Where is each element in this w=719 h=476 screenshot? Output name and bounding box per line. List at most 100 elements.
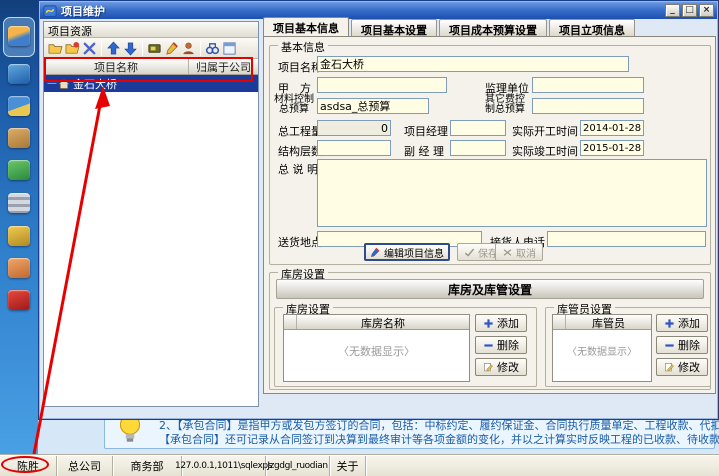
tab-basic-info[interactable]: 项目基本信息 <box>263 17 349 36</box>
receiver-phone-input[interactable] <box>547 231 706 247</box>
keeper-add-button[interactable]: 添加 <box>656 314 708 332</box>
window-title: 项目维护 <box>61 3 105 19</box>
pen-icon[interactable] <box>163 40 180 57</box>
move-up-icon[interactable] <box>105 40 122 57</box>
search-icon[interactable] <box>204 40 221 57</box>
store-grid[interactable]: 库房名称 〈无数据显示〉 <box>283 314 470 382</box>
plus-icon <box>483 318 494 329</box>
row-indicator-cell <box>284 315 297 329</box>
total-quantity-label: 总工程量 <box>278 123 322 139</box>
annotation-ellipse <box>1 456 49 473</box>
store-grid-header: 库房名称 <box>284 315 469 330</box>
minimize-button[interactable]: _ <box>665 4 680 17</box>
status-about[interactable]: 关于 <box>330 456 366 476</box>
keeper-settings-group: 库管员设置 库管员 〈无数据显示〉 添加 删除 <box>545 307 711 387</box>
modify-icon <box>483 362 494 373</box>
minus-icon <box>664 340 675 351</box>
toolbar-separator <box>200 41 201 56</box>
keeper-grid[interactable]: 库管员 〈无数据显示〉 <box>552 314 652 382</box>
keeper-grid-header: 库管员 <box>553 315 651 330</box>
solar-panel-icon[interactable] <box>8 96 30 116</box>
start-date-input[interactable] <box>580 120 644 136</box>
store-column-header[interactable]: 库房名称 <box>297 315 469 329</box>
cash-icon[interactable] <box>8 160 30 180</box>
tab-content-basic-info: 基本信息 项目名称* 甲 方 监理单位 材料控制总预算 其它费控制总预算 总工程… <box>263 36 716 394</box>
toolbar-separator <box>101 41 102 56</box>
plus-icon <box>664 318 675 329</box>
status-company: 总公司 <box>57 456 113 476</box>
deputy-manager-input[interactable] <box>450 140 506 156</box>
tab-strip: 项目基本信息 项目基本设置 项目成本预算设置 项目立项信息 <box>263 17 637 36</box>
store-empty-message: 〈无数据显示〉 <box>284 343 469 359</box>
delete-icon[interactable] <box>81 40 98 57</box>
coins-icon[interactable] <box>8 226 30 246</box>
cancel-button: 取消 <box>495 243 543 261</box>
delivery-place-label: 送货地点 <box>278 234 322 250</box>
store-settings-group: 库房设置 库房名称 〈无数据显示〉 添加 删除 <box>274 307 537 387</box>
status-server: 127.0.0.1,1011\sqlexps <box>182 456 266 476</box>
status-filler <box>366 456 719 476</box>
package-icon[interactable] <box>8 128 30 148</box>
edit-folder-icon[interactable] <box>64 40 81 57</box>
tab-project-approval[interactable]: 项目立项信息 <box>549 19 635 36</box>
open-folder-icon[interactable] <box>47 40 64 57</box>
warehouse-banner: 库房及库管设置 <box>276 279 704 299</box>
status-bar: 陈胜 总公司 商务部 127.0.0.1,1011\sqlexps Jzgdgl… <box>0 455 719 476</box>
end-date-input[interactable] <box>580 140 644 156</box>
tree-toolbar <box>44 38 258 59</box>
worker-icon[interactable] <box>8 26 30 46</box>
panel-caption: 项目资源 <box>44 22 258 38</box>
window-icon <box>43 4 57 18</box>
close-button[interactable]: × <box>699 4 714 17</box>
store-delete-button[interactable]: 删除 <box>475 336 527 354</box>
basic-info-group-title: 基本信息 <box>278 39 328 55</box>
keeper-delete-button[interactable]: 删除 <box>656 336 708 354</box>
start-date-label: 实际开工时间 <box>512 123 578 139</box>
modify-icon <box>664 362 675 373</box>
save-check-icon <box>464 247 475 258</box>
toolbar-separator <box>142 41 143 56</box>
floors-label: 结构层数 <box>278 143 322 159</box>
nav-arrow-icon[interactable] <box>8 64 30 84</box>
tab-cost-budget-settings[interactable]: 项目成本预算设置 <box>439 19 547 36</box>
person-icon[interactable] <box>8 258 30 278</box>
store-modify-button[interactable]: 修改 <box>475 358 527 376</box>
other-budget-input[interactable] <box>532 98 644 114</box>
edit-project-button[interactable]: 编辑项目信息 <box>364 243 450 261</box>
toolbox-icon[interactable] <box>8 290 30 310</box>
floors-input[interactable] <box>317 140 391 156</box>
tab-basic-settings[interactable]: 项目基本设置 <box>351 19 437 36</box>
total-quantity-input <box>317 120 391 136</box>
row-indicator-cell <box>553 315 566 329</box>
app-sidebar <box>0 0 38 455</box>
maximize-button[interactable]: □ <box>682 4 697 17</box>
annotation-rectangle <box>44 57 253 82</box>
description-textarea[interactable] <box>317 159 707 227</box>
tag-icon[interactable] <box>146 40 163 57</box>
keeper-column-header[interactable]: 库管员 <box>566 315 651 329</box>
description-label: 总 说 明 <box>278 161 318 177</box>
status-database: Jzgdgl_ruodian <box>266 456 330 476</box>
users-icon[interactable] <box>180 40 197 57</box>
cancel-x-icon <box>502 247 513 258</box>
screen: 2、【承包合同】是指甲方或发包方签订的合同，包括：中标约定、履约保证金、合同执行… <box>0 0 719 476</box>
end-date-label: 实际竣工时间 <box>512 143 578 159</box>
keeper-empty-message: 〈无数据显示〉 <box>553 343 651 358</box>
party-a-input[interactable] <box>317 77 447 93</box>
supervisor-input[interactable] <box>532 77 644 93</box>
tree-empty-area[interactable] <box>44 92 258 406</box>
move-down-icon[interactable] <box>122 40 139 57</box>
keeper-modify-button[interactable]: 修改 <box>656 358 708 376</box>
project-manager-input[interactable] <box>450 120 506 136</box>
material-budget-input[interactable] <box>317 98 429 114</box>
preview-icon[interactable] <box>221 40 238 57</box>
material-budget-label: 材料控制总预算 <box>274 95 314 115</box>
tip-line-2: 【承包合同】还可记录从合同签订到决算到最终审计等各项金额的变化，并以之计算实时反… <box>159 431 719 447</box>
other-budget-label: 其它费控制总预算 <box>485 95 525 115</box>
project-manager-label: 项目经理 <box>404 123 448 139</box>
detail-panel: 项目基本信息 项目基本设置 项目成本预算设置 项目立项信息 基本信息 项目名称*… <box>263 17 716 413</box>
list-icon[interactable] <box>8 193 30 213</box>
project-name-input[interactable] <box>317 56 629 72</box>
edit-pen-icon <box>370 247 381 258</box>
store-add-button[interactable]: 添加 <box>475 314 527 332</box>
